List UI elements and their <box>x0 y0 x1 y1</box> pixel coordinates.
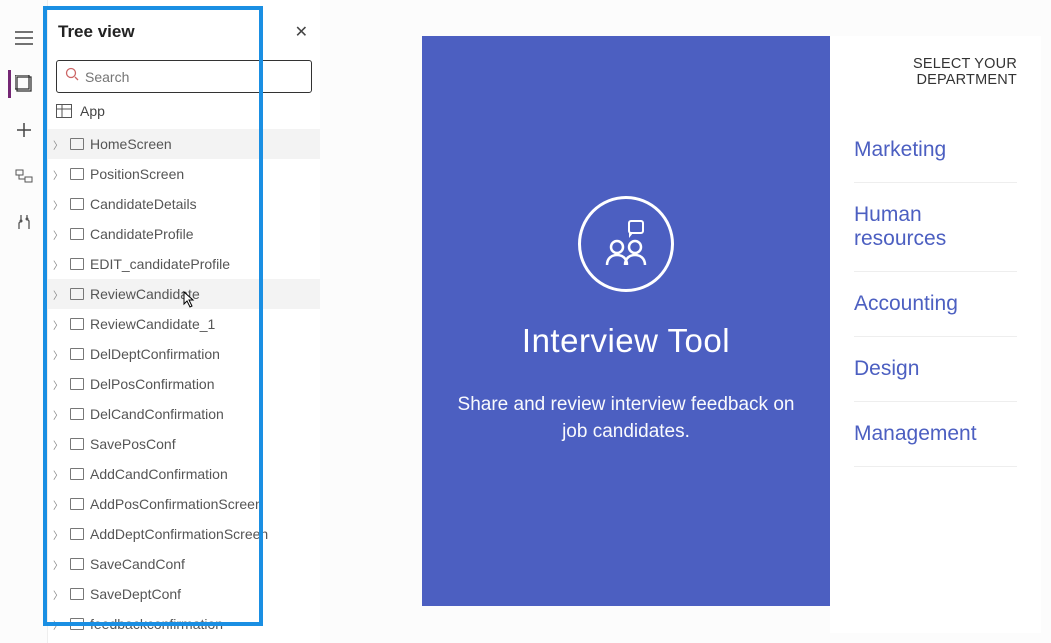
department-item[interactable]: Management <box>854 402 1017 467</box>
tools-icon[interactable] <box>10 208 38 236</box>
screen-icon <box>70 168 84 180</box>
tree-item-label: HomeScreen <box>90 136 172 152</box>
interview-tool-icon <box>578 196 674 292</box>
tree-item-label: DelDeptConfirmation <box>90 346 220 362</box>
screen-icon <box>70 138 84 150</box>
tree-item-label: DelCandConfirmation <box>90 406 224 422</box>
tree-item-label: CandidateDetails <box>90 196 197 212</box>
tree-item-label: ReviewCandidate <box>90 286 200 302</box>
tree-item[interactable]: 〉 SavePosConf <box>48 429 320 459</box>
hamburger-icon[interactable] <box>10 24 38 52</box>
tree-item-label: DelPosConfirmation <box>90 376 215 392</box>
tree-item[interactable]: 〉 SaveDeptConf <box>48 579 320 609</box>
preview-title: Interview Tool <box>522 322 730 360</box>
tree-view-icon[interactable] <box>8 70 36 98</box>
department-list: MarketingHuman resourcesAccountingDesign… <box>854 118 1017 467</box>
tree-item[interactable]: 〉ReviewCandidate••• <box>48 279 320 309</box>
chevron-right-icon[interactable]: 〉 <box>52 257 64 272</box>
department-heading: SELECT YOUR DEPARTMENT <box>854 56 1017 88</box>
tree-item-label: SavePosConf <box>90 436 176 452</box>
screen-icon <box>70 498 84 510</box>
tree-item-label: SaveDeptConf <box>90 586 181 602</box>
tree-item-label: AddCandConfirmation <box>90 466 228 482</box>
screen-icon <box>70 228 84 240</box>
screen-icon <box>70 258 84 270</box>
chevron-right-icon[interactable]: 〉 <box>52 407 64 422</box>
close-icon[interactable]: ✕ <box>291 18 312 46</box>
chevron-right-icon[interactable]: 〉 <box>52 467 64 482</box>
tree-item-label: PositionScreen <box>90 166 184 182</box>
tree-item[interactable]: 〉 SaveCandConf <box>48 549 320 579</box>
tree-item-label: SaveCandConf <box>90 556 185 572</box>
chevron-right-icon[interactable]: 〉 <box>52 617 64 632</box>
preview-subtitle: Share and review interview feedback on j… <box>450 392 802 445</box>
screen-icon <box>70 588 84 600</box>
tree-item-label: AddPosConfirmationScreen <box>90 496 263 512</box>
tree-item[interactable]: 〉 AddDeptConfirmationScreen <box>48 519 320 549</box>
tree-item-label: AddDeptConfirmationScreen <box>90 526 268 542</box>
screen-icon <box>70 348 84 360</box>
screen-icon <box>70 288 84 300</box>
tree-item[interactable]: 〉 AddPosConfirmationScreen <box>48 489 320 519</box>
tree-item[interactable]: 〉 ReviewCandidate_1 <box>48 309 320 339</box>
tree-view-panel: Tree view ✕ App 〉HomeScreen•••〉PositionS… <box>48 0 320 643</box>
chevron-right-icon[interactable]: 〉 <box>52 167 64 182</box>
data-icon[interactable] <box>10 162 38 190</box>
department-item[interactable]: Accounting <box>854 272 1017 337</box>
search-icon <box>65 67 79 86</box>
screen-icon <box>70 618 84 630</box>
search-input[interactable] <box>56 60 312 93</box>
screen-icon <box>70 558 84 570</box>
tree-item[interactable]: 〉 DelPosConfirmation <box>48 369 320 399</box>
department-panel: SELECT YOUR DEPARTMENT MarketingHuman re… <box>830 36 1041 633</box>
chevron-right-icon[interactable]: 〉 <box>52 197 64 212</box>
tree-item[interactable]: 〉 feedbackconfirmation <box>48 609 320 639</box>
tree-item-label: CandidateProfile <box>90 226 194 242</box>
tree-item-label: EDIT_candidateProfile <box>90 256 230 272</box>
tree-item[interactable]: 〉 CandidateProfile <box>48 219 320 249</box>
screen-icon <box>70 198 84 210</box>
tree-item-label: feedbackconfirmation <box>90 616 223 632</box>
screen-icon <box>70 378 84 390</box>
search-text-input[interactable] <box>85 69 303 85</box>
insert-icon[interactable] <box>10 116 38 144</box>
tree-item[interactable]: 〉HomeScreen••• <box>48 129 320 159</box>
chevron-right-icon[interactable]: 〉 <box>52 587 64 602</box>
department-item[interactable]: Human resources <box>854 183 1017 272</box>
app-icon <box>56 104 72 118</box>
chevron-right-icon[interactable]: 〉 <box>52 317 64 332</box>
department-item[interactable]: Marketing <box>854 118 1017 183</box>
chevron-right-icon[interactable]: 〉 <box>52 437 64 452</box>
screens-list: 〉HomeScreen•••〉PositionScreen〉CandidateD… <box>48 129 320 643</box>
screen-icon <box>70 318 84 330</box>
tree-item[interactable]: 〉 AddCandConfirmation <box>48 459 320 489</box>
chevron-right-icon[interactable]: 〉 <box>52 347 64 362</box>
chevron-right-icon[interactable]: 〉 <box>52 497 64 512</box>
screen-icon <box>70 468 84 480</box>
tree-item-label: ReviewCandidate_1 <box>90 316 215 332</box>
panel-title: Tree view <box>58 22 135 42</box>
tree-item[interactable]: 〉 EDIT_candidateProfile <box>48 249 320 279</box>
screen-icon <box>70 438 84 450</box>
screen-icon <box>70 408 84 420</box>
chevron-right-icon[interactable]: 〉 <box>52 527 64 542</box>
chevron-right-icon[interactable]: 〉 <box>52 287 64 302</box>
chevron-right-icon[interactable]: 〉 <box>52 227 64 242</box>
app-preview-splash: Interview Tool Share and review intervie… <box>422 36 830 606</box>
tree-item[interactable]: 〉 DelCandConfirmation <box>48 399 320 429</box>
tree-item[interactable]: 〉 PositionScreen <box>48 159 320 189</box>
department-item[interactable]: Design <box>854 337 1017 402</box>
screen-icon <box>70 528 84 540</box>
chevron-right-icon[interactable]: 〉 <box>52 137 64 152</box>
app-root-item[interactable]: App <box>48 93 320 129</box>
chevron-right-icon[interactable]: 〉 <box>52 557 64 572</box>
canvas-area: Interview Tool Share and review intervie… <box>320 0 1051 643</box>
app-root-label: App <box>80 103 105 119</box>
tree-item[interactable]: 〉 CandidateDetails <box>48 189 320 219</box>
chevron-right-icon[interactable]: 〉 <box>52 377 64 392</box>
tree-item[interactable]: 〉 DelDeptConfirmation <box>48 339 320 369</box>
left-rail <box>0 0 48 643</box>
